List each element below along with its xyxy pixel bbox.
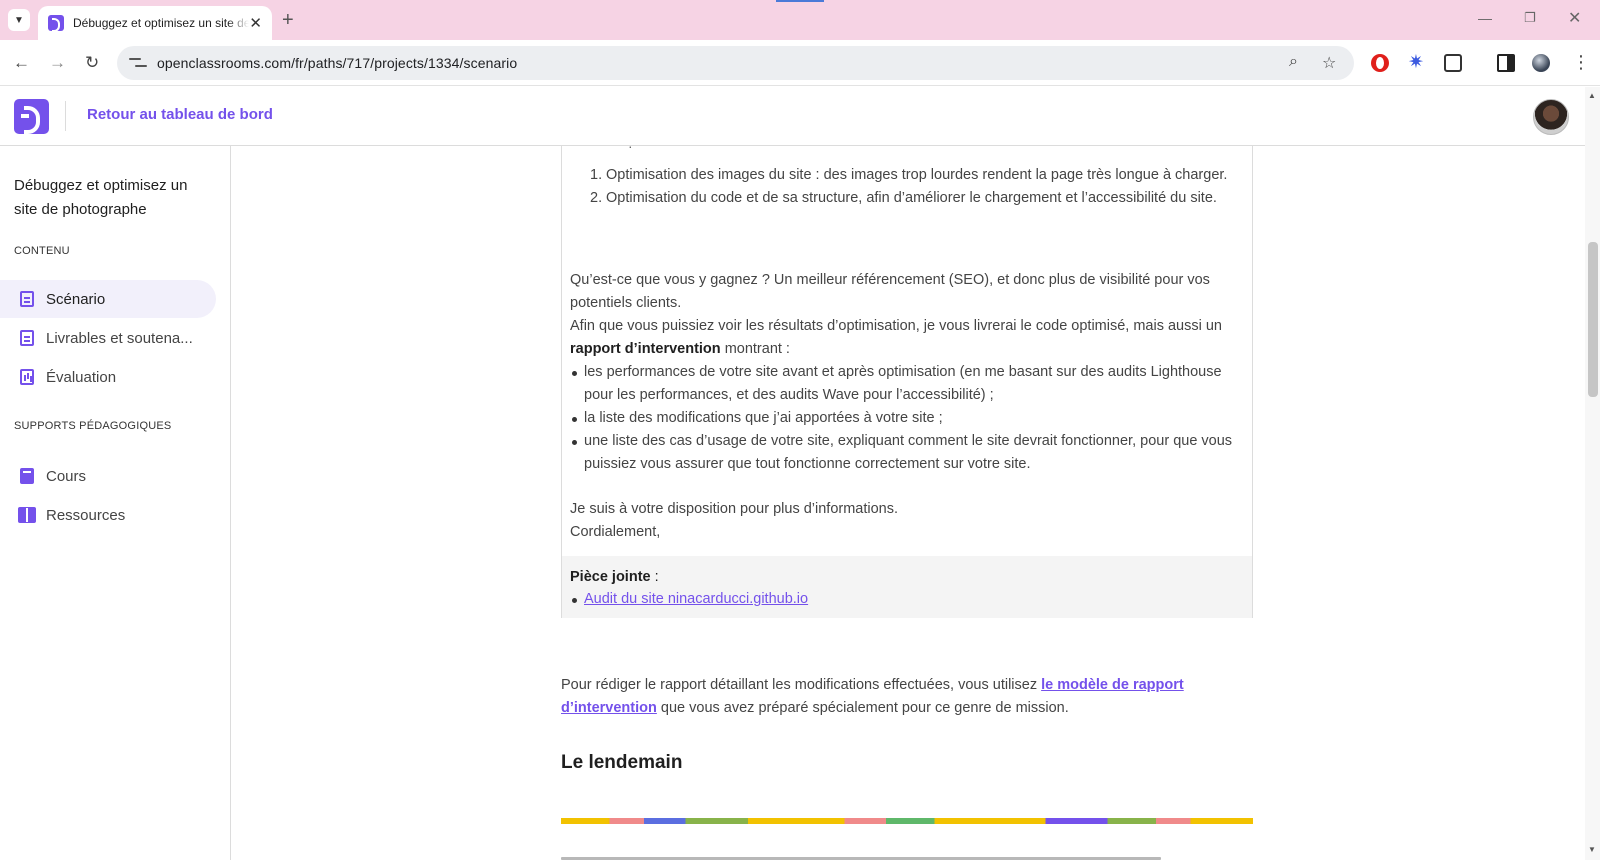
zoom-icon[interactable]: ⌕	[1289, 53, 1298, 71]
closing-line: Je suis à votre disposition pour plus d’…	[570, 501, 899, 517]
course-title: Débuggez et optimisez un site de photogr…	[14, 177, 188, 218]
sidebar-item-scenario[interactable]: Scénario	[0, 280, 216, 318]
new-tab-button[interactable]: +	[282, 9, 294, 31]
document-icon	[20, 291, 34, 307]
chart-icon	[20, 369, 34, 385]
sidebar-item-label: Évaluation	[46, 368, 117, 386]
list-item: les performances de votre site avant et …	[570, 361, 1238, 407]
decorative-color-banner	[561, 818, 1253, 824]
client-letter-box: · 1. Optimisation des images du site : d…	[561, 146, 1253, 618]
restore-icon[interactable]: ❐	[1524, 10, 1536, 26]
template-paragraph: Pour rédiger le rapport détaillant les m…	[561, 677, 1184, 716]
browser-toolbar: ← → ↻ openclassrooms.com/fr/paths/717/pr…	[0, 40, 1600, 86]
main-content: · 1. Optimisation des images du site : d…	[232, 146, 1585, 860]
site-info-icon[interactable]	[129, 55, 147, 71]
bookmark-star-icon[interactable]: ☆	[1322, 53, 1336, 73]
attachment-section: Pièce jointe : Audit du site ninacarducc…	[562, 556, 1252, 618]
attachment-label: Pièce jointe :	[570, 569, 659, 585]
openclassrooms-favicon-icon	[48, 15, 64, 32]
reload-icon[interactable]: ↻	[85, 52, 99, 74]
section-heading: Le lendemain	[561, 752, 683, 773]
list-item: la liste des modifications que j’ai appo…	[570, 407, 1238, 430]
back-to-dashboard-link[interactable]: Retour au tableau de bord	[87, 106, 273, 123]
supports-section-label: SUPPORTS PÉDAGOGIQUES	[14, 420, 172, 432]
sidebar-item-label: Ressources	[46, 506, 126, 524]
sidebar-item-label: Scénario	[46, 290, 106, 308]
browser-tab-active[interactable]: Débuggez et optimisez un site de photogr…	[38, 6, 272, 40]
site-header: Retour au tableau de bord	[0, 87, 1585, 146]
document-icon	[20, 330, 34, 346]
attachment-item: Audit du site ninacarducci.github.io	[570, 588, 1244, 611]
browser-menu-icon[interactable]: ⋮	[1572, 52, 1590, 73]
tab-title: Débuggez et optimisez un site de photogr…	[73, 16, 250, 30]
sidebar-item-ressources[interactable]: Ressources	[0, 496, 216, 534]
browser-tab-bar: ▼ Débuggez et optimisez un site de photo…	[0, 0, 1600, 40]
close-tab-icon[interactable]: ✕	[249, 16, 262, 31]
star-extension-icon[interactable]: ✷	[1407, 53, 1425, 72]
sidebar-item-livrables[interactable]: Livrables et soutena...	[0, 319, 216, 357]
list-item: 2. Optimisation du code et de sa structu…	[590, 190, 1217, 206]
openclassrooms-logo-icon[interactable]	[14, 99, 49, 134]
truncated-text-fragment: ·	[628, 146, 633, 154]
minimize-icon[interactable]: —	[1478, 10, 1492, 26]
sidebar-item-cours[interactable]: Cours	[0, 457, 216, 495]
sidebar-item-label: Livrables et soutena...	[46, 329, 193, 347]
back-arrow-icon[interactable]: ←	[13, 52, 30, 74]
forward-arrow-icon[interactable]: →	[49, 52, 66, 74]
extensions-puzzle-icon[interactable]	[1444, 54, 1462, 72]
tab-bar-accent	[776, 0, 824, 2]
profile-icon[interactable]	[1532, 54, 1550, 72]
user-avatar[interactable]	[1533, 99, 1569, 135]
tab-search-button[interactable]: ▼	[8, 9, 30, 31]
content-section-label: CONTENU	[14, 245, 70, 257]
report-bullet-list: les performances de votre site avant et …	[570, 361, 1238, 476]
url-text[interactable]: openclassrooms.com/fr/paths/717/projects…	[157, 55, 517, 71]
address-bar[interactable]: openclassrooms.com/fr/paths/717/projects…	[117, 46, 1354, 80]
close-window-icon[interactable]: ✕	[1568, 8, 1581, 28]
resources-icon	[18, 507, 36, 523]
list-item: 1. Optimisation des images du site : des…	[590, 167, 1228, 183]
truncated-text-line	[561, 852, 1241, 860]
chevron-down-icon: ▼	[14, 14, 24, 26]
book-icon	[20, 468, 34, 484]
scroll-thumb[interactable]	[1588, 242, 1598, 397]
sidebar-item-label: Cours	[46, 467, 87, 485]
ordered-list: 1. Optimisation des images du site : des…	[570, 164, 1230, 210]
report-intro-paragraph: Afin que vous puissiez voir les résultat…	[570, 318, 1222, 357]
opera-extension-icon[interactable]	[1371, 54, 1389, 72]
side-panel-icon[interactable]	[1497, 54, 1515, 72]
benefit-paragraph: Qu’est-ce que vous y gagnez ? Un meilleu…	[570, 272, 1210, 311]
scroll-down-icon[interactable]: ▼	[1588, 845, 1596, 854]
course-sidebar: Débuggez et optimisez un site de photogr…	[0, 146, 231, 860]
page-scrollbar[interactable]: ▲ ▼	[1585, 87, 1600, 860]
signoff: Cordialement,	[570, 524, 661, 540]
scroll-up-icon[interactable]: ▲	[1588, 91, 1596, 100]
header-divider	[65, 101, 66, 131]
report-bold-term: rapport d’intervention	[570, 341, 721, 357]
audit-attachment-link[interactable]: Audit du site ninacarducci.github.io	[584, 591, 808, 607]
list-item: une liste des cas d’usage de votre site,…	[570, 430, 1238, 476]
sidebar-item-evaluation[interactable]: Évaluation	[0, 358, 216, 396]
